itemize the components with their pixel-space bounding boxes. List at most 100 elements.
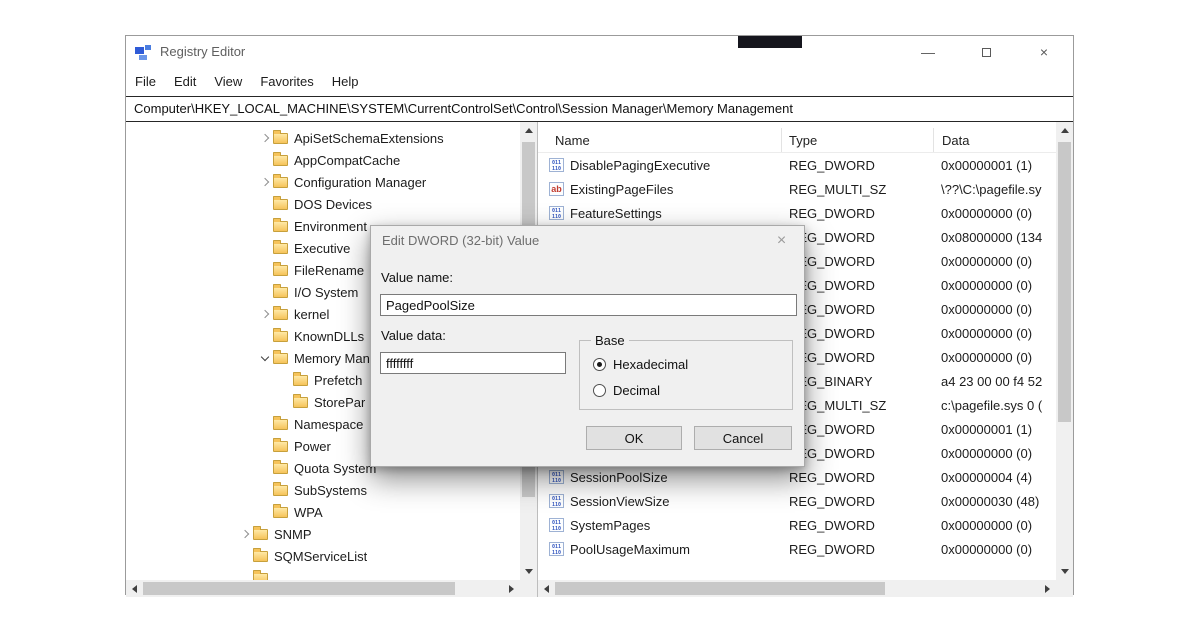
dword-value-icon: 011110: [549, 518, 564, 532]
tree-item-label: FileRename: [294, 263, 364, 278]
chevron-collapsed-icon[interactable]: [257, 303, 273, 325]
folder-icon: [273, 331, 288, 342]
scrollbar-thumb[interactable]: [1058, 142, 1071, 422]
values-vertical-scrollbar[interactable]: [1056, 122, 1073, 580]
value-row-sessionviewsize[interactable]: 011110SessionViewSizeREG_DWORD0x00000030…: [538, 489, 1056, 513]
menu-item-edit[interactable]: Edit: [165, 68, 205, 96]
scroll-down-button[interactable]: [520, 563, 537, 580]
value-row-systempages[interactable]: 011110SystemPagesREG_DWORD0x00000000 (0): [538, 513, 1056, 537]
chevron-placeholder: [257, 215, 273, 237]
column-header-type[interactable]: Type: [781, 128, 933, 152]
dword-value-icon: 011110: [549, 206, 564, 220]
value-name: SessionPoolSize: [570, 470, 668, 485]
hexadecimal-radio[interactable]: Hexadecimal: [580, 354, 792, 374]
tree-item-dos-devices[interactable]: DOS Devices: [126, 193, 520, 215]
value-data-input[interactable]: [380, 352, 566, 374]
value-data: \??\C:\pagefile.sy: [933, 182, 1056, 197]
dword-value-icon: 011110: [549, 470, 564, 484]
chevron-placeholder: [257, 413, 273, 435]
tree-item-wpa[interactable]: WPA: [126, 501, 520, 523]
screenshot-stage: Registry Editor — × FileEditViewFavorite…: [0, 0, 1200, 628]
chevron-placeholder: [257, 259, 273, 281]
value-row-sessionpoolsize[interactable]: 011110 SessionPoolSize REG_DWORD0x00000004…: [538, 465, 1056, 489]
dark-artifact: [738, 36, 802, 48]
value-data: 0x00000000 (0): [933, 278, 1056, 293]
value-row-existingpagefiles[interactable]: abExistingPageFilesREG_MULTI_SZ\??\C:\pa…: [538, 177, 1056, 201]
scroll-left-button[interactable]: [538, 580, 555, 597]
chevron-collapsed-icon[interactable]: [237, 523, 253, 545]
maximize-button[interactable]: [957, 36, 1015, 68]
value-type: REG_DWORD: [781, 470, 933, 485]
tree-item-apisetschemaextensions[interactable]: ApiSetSchemaExtensions: [126, 127, 520, 149]
ok-button[interactable]: OK: [586, 426, 682, 450]
value-row-featuresettings[interactable]: 011110FeatureSettingsREG_DWORD0x00000000…: [538, 201, 1056, 225]
scroll-right-button[interactable]: [1039, 580, 1056, 597]
tree-item-subsystems[interactable]: SubSystems: [126, 479, 520, 501]
tree-item-label: AppCompatCache: [294, 153, 400, 168]
radio-unselected-icon: [593, 384, 606, 397]
value-data: 0x00000001 (1): [933, 158, 1056, 173]
address-bar[interactable]: Computer\HKEY_LOCAL_MACHINE\SYSTEM\Curre…: [126, 97, 1073, 122]
scroll-right-button[interactable]: [503, 580, 520, 597]
folder-icon: [253, 573, 268, 581]
scrollbar-corner: [1056, 580, 1073, 597]
chevron-collapsed-icon[interactable]: [257, 127, 273, 149]
minimize-button[interactable]: —: [899, 36, 957, 68]
tree-item-label: KnownDLLs: [294, 329, 364, 344]
value-row-disablepagingexecutive[interactable]: 011110DisablePagingExecutiveREG_DWORD0x0…: [538, 153, 1056, 177]
tree-item-appcompatcache[interactable]: AppCompatCache: [126, 149, 520, 171]
chevron-placeholder: [257, 435, 273, 457]
folder-icon: [273, 507, 288, 518]
column-header-data[interactable]: Data: [933, 128, 1056, 152]
arrow-up-icon: [525, 128, 533, 133]
tree-item-snmp[interactable]: SNMP: [126, 523, 520, 545]
cancel-button[interactable]: Cancel: [694, 426, 792, 450]
tree-horizontal-scrollbar[interactable]: [126, 580, 520, 597]
chevron-collapsed-icon[interactable]: [257, 171, 273, 193]
tree-item-label: Configuration Manager: [294, 175, 426, 190]
column-header-name[interactable]: Name: [538, 128, 781, 152]
value-name-input[interactable]: [380, 294, 797, 316]
scroll-down-button[interactable]: [1056, 563, 1073, 580]
chevron-placeholder: [237, 545, 253, 567]
column-headers: Name Type Data: [538, 128, 1056, 153]
chevron-placeholder: [277, 369, 293, 391]
scroll-left-button[interactable]: [126, 580, 143, 597]
tree-item-partial[interactable]: [126, 567, 520, 580]
value-type: REG_DWORD: [781, 206, 933, 221]
tree-item-label: Power: [294, 439, 331, 454]
scroll-up-button[interactable]: [1056, 122, 1073, 139]
value-row-poolusagemaximum[interactable]: 011110PoolUsageMaximumREG_DWORD0x0000000…: [538, 537, 1056, 561]
dword-value-icon: 011110: [549, 158, 564, 172]
value-data: c:\pagefile.sys 0 (: [933, 398, 1056, 413]
value-name: PoolUsageMaximum: [570, 542, 690, 557]
value-data: 0x00000004 (4): [933, 470, 1056, 485]
value-name-label: Value name:: [381, 270, 453, 285]
menu-item-favorites[interactable]: Favorites: [251, 68, 322, 96]
scroll-up-button[interactable]: [520, 122, 537, 139]
dialog-title-bar[interactable]: Edit DWORD (32-bit) Value ×: [371, 226, 804, 256]
tree-item-label: kernel: [294, 307, 329, 322]
menu-item-file[interactable]: File: [126, 68, 165, 96]
value-name: DisablePagingExecutive: [570, 158, 710, 173]
close-button[interactable]: ×: [1015, 36, 1073, 68]
arrow-down-icon: [1061, 569, 1069, 574]
decimal-radio[interactable]: Decimal: [580, 380, 792, 400]
folder-icon: [273, 353, 288, 364]
scrollbar-corner: [520, 580, 537, 597]
scrollbar-thumb[interactable]: [143, 582, 455, 595]
menu-item-help[interactable]: Help: [323, 68, 368, 96]
chevron-expanded-icon[interactable]: [257, 347, 273, 369]
value-type: REG_MULTI_SZ: [781, 182, 933, 197]
scrollbar-thumb[interactable]: [555, 582, 885, 595]
title-bar[interactable]: Registry Editor — ×: [126, 36, 1073, 68]
dialog-close-button[interactable]: ×: [759, 226, 804, 256]
value-type: REG_DWORD: [781, 542, 933, 557]
values-horizontal-scrollbar[interactable]: [538, 580, 1056, 597]
folder-icon: [273, 199, 288, 210]
menu-item-view[interactable]: View: [205, 68, 251, 96]
tree-item-configuration-manager[interactable]: Configuration Manager: [126, 171, 520, 193]
folder-icon: [273, 287, 288, 298]
tree-item-sqmservicelist[interactable]: SQMServiceList: [126, 545, 520, 567]
chevron-placeholder: [237, 567, 253, 580]
